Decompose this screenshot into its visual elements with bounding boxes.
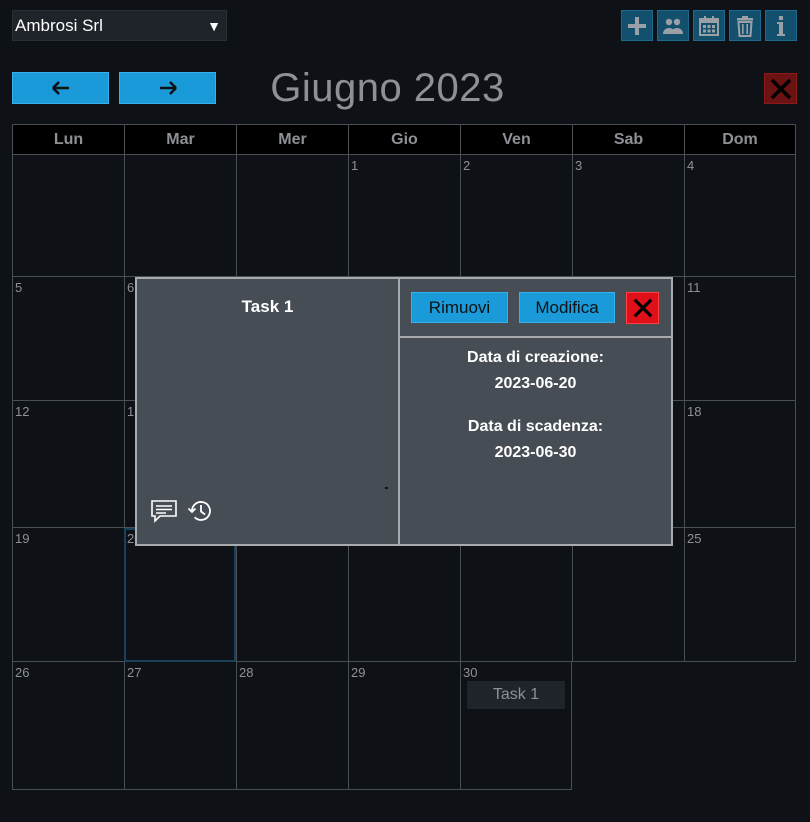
day-cell[interactable]: 29 bbox=[348, 662, 460, 790]
task-details-panel: Task 1 bbox=[137, 279, 400, 544]
weekday-label: Mar bbox=[124, 124, 236, 155]
day-cell[interactable]: 24 bbox=[572, 528, 684, 662]
dropdown-arrow-icon: ▼ bbox=[207, 17, 221, 34]
day-cell[interactable]: 22 bbox=[348, 528, 460, 662]
users-button[interactable] bbox=[657, 10, 689, 41]
day-number: 2 bbox=[463, 158, 471, 173]
day-number: 26 bbox=[15, 665, 30, 680]
due-date-label: Data di scadenza: bbox=[467, 418, 604, 435]
day-number: 25 bbox=[687, 531, 702, 546]
task-actions: Rimuovi Modifica bbox=[400, 279, 671, 338]
add-button[interactable] bbox=[621, 10, 653, 41]
day-number: 11 bbox=[687, 280, 701, 295]
remove-button[interactable]: Rimuovi bbox=[411, 292, 508, 323]
day-number: 1 bbox=[351, 158, 359, 173]
day-cell[interactable]: 26 bbox=[12, 662, 124, 790]
empty-slot bbox=[684, 662, 796, 790]
close-calendar-button[interactable] bbox=[764, 73, 797, 104]
plus-icon bbox=[628, 16, 646, 35]
creation-date-value: 2023-06-20 bbox=[494, 375, 577, 392]
weekday-label: Gio bbox=[348, 124, 460, 155]
day-number: 12 bbox=[15, 404, 30, 419]
toolbar bbox=[621, 10, 797, 41]
day-number: 5 bbox=[15, 280, 23, 295]
delete-button[interactable] bbox=[729, 10, 761, 41]
task-dates: Data di creazione: 2023-06-20 Data di sc… bbox=[400, 338, 671, 544]
empty-slot bbox=[572, 662, 684, 790]
day-cell[interactable] bbox=[236, 155, 348, 277]
day-cell[interactable]: 3 bbox=[572, 155, 684, 277]
day-cell[interactable]: 4 bbox=[684, 155, 796, 277]
day-number: 3 bbox=[575, 158, 583, 173]
company-select[interactable]: Ambrosi Srl ▼ bbox=[12, 10, 227, 41]
day-cell[interactable]: 28 bbox=[236, 662, 348, 790]
close-icon bbox=[633, 298, 652, 317]
month-title: Giugno 2023 bbox=[270, 66, 505, 110]
weekday-label: Lun bbox=[12, 124, 124, 155]
day-number: 27 bbox=[127, 665, 142, 680]
day-cell[interactable]: 20 bbox=[124, 528, 236, 662]
day-cell[interactable]: 27 bbox=[124, 662, 236, 790]
day-number: 18 bbox=[687, 404, 702, 419]
day-number: 6 bbox=[127, 280, 135, 295]
comment-icon[interactable] bbox=[150, 498, 178, 524]
weekday-label: Dom bbox=[684, 124, 796, 155]
day-cell[interactable]: 5 bbox=[12, 277, 124, 401]
day-number: 19 bbox=[15, 531, 30, 546]
day-cell[interactable]: 1 bbox=[348, 155, 460, 277]
info-button[interactable] bbox=[765, 10, 797, 41]
task-side-panel: Rimuovi Modifica Data di creazione: 2023… bbox=[400, 279, 671, 544]
weekday-label: Sab bbox=[572, 124, 684, 155]
day-number: 28 bbox=[239, 665, 254, 680]
weekday-header: Lun Mar Mer Gio Ven Sab Dom bbox=[12, 124, 798, 155]
day-cell[interactable]: 12 bbox=[12, 401, 124, 528]
day-cell[interactable] bbox=[12, 155, 124, 277]
creation-date-label: Data di creazione: bbox=[467, 349, 604, 366]
day-cell[interactable]: 2 bbox=[460, 155, 572, 277]
due-date-value: 2023-06-30 bbox=[494, 444, 577, 461]
task-modal: Task 1 Rimuovi Modifica Data di creazion… bbox=[135, 277, 673, 546]
day-cell[interactable]: 30 Task 1 bbox=[460, 662, 572, 790]
task-title: Task 1 bbox=[241, 297, 294, 316]
day-cell[interactable]: 25 bbox=[684, 528, 796, 662]
day-cell[interactable]: 23 bbox=[460, 528, 572, 662]
company-select-value: Ambrosi Srl bbox=[15, 15, 103, 35]
weekday-label: Mer bbox=[236, 124, 348, 155]
history-icon[interactable] bbox=[186, 498, 214, 524]
weekday-label: Ven bbox=[460, 124, 572, 155]
day-cell[interactable]: 11 bbox=[684, 277, 796, 401]
calendar-button[interactable] bbox=[693, 10, 725, 41]
close-icon bbox=[770, 78, 791, 99]
edit-button[interactable]: Modifica bbox=[519, 292, 615, 323]
task-chip[interactable]: Task 1 bbox=[467, 681, 565, 709]
close-modal-button[interactable] bbox=[626, 291, 659, 324]
day-number: 30 bbox=[463, 665, 478, 680]
calendar-icon bbox=[699, 15, 719, 36]
day-cell[interactable]: 21 bbox=[236, 528, 348, 662]
users-icon bbox=[663, 18, 683, 34]
day-cell[interactable] bbox=[124, 155, 236, 277]
trash-icon bbox=[737, 15, 753, 37]
info-icon bbox=[777, 15, 785, 36]
day-number: 4 bbox=[687, 158, 695, 173]
cursor-dot bbox=[385, 487, 388, 489]
day-number: 29 bbox=[351, 665, 366, 680]
day-cell[interactable]: 19 bbox=[12, 528, 124, 662]
day-cell[interactable]: 18 bbox=[684, 401, 796, 528]
